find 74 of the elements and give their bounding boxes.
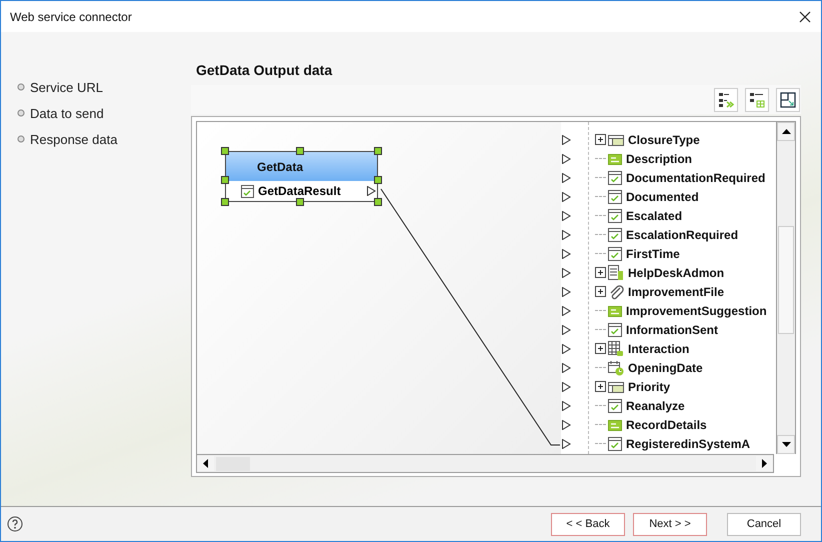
bullet-icon: [17, 83, 25, 91]
checkbox-field-icon: [608, 190, 622, 204]
tree-item[interactable]: Reanalyze: [626, 398, 685, 412]
expand-icon[interactable]: [595, 343, 606, 354]
tree-item[interactable]: Escalated: [626, 208, 682, 222]
window-title: Web service connector: [10, 10, 132, 24]
tree-item[interactable]: Documented: [626, 190, 699, 204]
tree-item[interactable]: DocumentationRequired: [626, 170, 766, 184]
tree-item[interactable]: ImprovementFile: [628, 284, 724, 298]
tree-item[interactable]: ImprovementSuggestion: [626, 304, 767, 318]
table-icon: [608, 132, 624, 146]
resize-handle[interactable]: [221, 176, 229, 184]
tree-item[interactable]: OpeningDate: [628, 360, 703, 374]
checkbox-field-icon: [608, 208, 622, 222]
vertical-scrollbar[interactable]: [776, 122, 795, 454]
form-icon: [608, 264, 624, 280]
checkbox-field-icon: [608, 436, 622, 450]
text-field-icon: [608, 304, 622, 318]
tree-item[interactable]: ClosureType: [628, 132, 700, 146]
page-heading: GetData Output data: [196, 62, 334, 78]
list-grid-icon: [748, 90, 766, 108]
tree-item[interactable]: Interaction: [628, 342, 690, 356]
grid-icon: [608, 340, 624, 356]
checkbox-field-icon: [608, 322, 622, 336]
list-arrows-icon: [717, 90, 735, 108]
table-icon: [608, 380, 624, 394]
map-fields-button[interactable]: [714, 88, 738, 112]
resize-handle[interactable]: [221, 147, 229, 155]
tree-item[interactable]: EscalationRequired: [626, 228, 738, 242]
node-title: GetData: [226, 152, 377, 181]
resize-handle[interactable]: [221, 198, 229, 206]
sidebar-item[interactable]: Response data: [1, 126, 191, 152]
tree-item[interactable]: RegisteredinSystemA: [626, 436, 750, 450]
text-field-icon: [608, 418, 622, 432]
checkbox-field-icon: [608, 398, 622, 412]
checkbox-field-icon: [608, 170, 622, 184]
resize-handle[interactable]: [374, 176, 382, 184]
bullet-icon: [17, 135, 25, 143]
horizontal-scrollbar[interactable]: [196, 454, 774, 473]
checkbox-field-icon: [241, 184, 254, 198]
help-icon[interactable]: [7, 516, 23, 532]
resize-handle[interactable]: [374, 198, 382, 206]
next-button[interactable]: Next > >: [633, 512, 707, 536]
cancel-button[interactable]: Cancel: [727, 512, 801, 536]
expand-icon[interactable]: [595, 134, 606, 145]
tree-item[interactable]: FirstTime: [626, 246, 680, 260]
expand-icon[interactable]: [595, 286, 606, 297]
tree-item[interactable]: Priority: [628, 380, 670, 394]
layout-button[interactable]: [776, 88, 800, 112]
map-table-button[interactable]: [745, 88, 769, 112]
scrollbar-thumb[interactable]: [216, 456, 250, 470]
calendar-clock-icon: [608, 360, 624, 376]
tree-item[interactable]: InformationSent: [626, 322, 718, 336]
paperclip-icon: [608, 284, 624, 300]
node-field: GetDataResult: [258, 184, 341, 198]
output-port-icon[interactable]: [367, 186, 376, 196]
checkbox-field-icon: [608, 228, 622, 242]
data-node[interactable]: GetData GetDataResult: [225, 151, 378, 202]
resize-handle[interactable]: [296, 147, 304, 155]
expand-icon[interactable]: [595, 381, 606, 392]
bullet-icon: [17, 109, 25, 117]
tree-item[interactable]: Description: [626, 152, 692, 166]
resize-handle[interactable]: [374, 147, 382, 155]
checkbox-field-icon: [608, 246, 622, 260]
tree-item[interactable]: HelpDeskAdmon: [628, 266, 724, 280]
text-field-icon: [608, 152, 622, 166]
scrollbar-thumb[interactable]: [778, 226, 794, 334]
expand-icon[interactable]: [595, 267, 606, 278]
close-icon[interactable]: [799, 10, 811, 22]
sidebar-item[interactable]: Data to send: [1, 100, 191, 126]
sidebar-item[interactable]: Service URL: [1, 74, 191, 100]
back-button[interactable]: < < Back: [551, 512, 625, 536]
resize-handle[interactable]: [296, 198, 304, 206]
tree-item[interactable]: RecordDetails: [626, 418, 707, 432]
